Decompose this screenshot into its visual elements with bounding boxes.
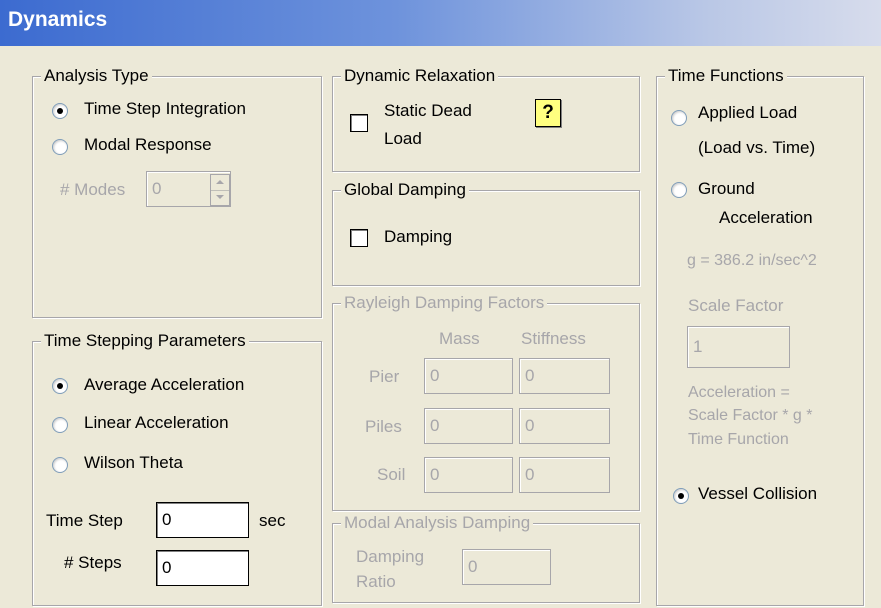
- applied-load-label-line1[interactable]: Applied Load: [698, 103, 797, 123]
- soil-stiffness-input[interactable]: 0: [519, 457, 610, 493]
- label-modal-response[interactable]: Modal Response: [84, 135, 212, 155]
- time-step-unit: sec: [259, 511, 286, 530]
- rayleigh-col-mass: Mass: [439, 329, 480, 348]
- radio-ground-acceleration[interactable]: [671, 182, 687, 198]
- static-dead-load-checkbox[interactable]: [350, 114, 368, 132]
- soil-mass-input[interactable]: 0: [424, 457, 513, 493]
- rayleigh-row-label: Pier: [369, 367, 400, 386]
- radio-modal-response[interactable]: [52, 139, 68, 155]
- time-functions-legend: Time Functions: [665, 66, 787, 86]
- time-step-value: 0: [162, 510, 172, 529]
- global-damping-group: Global Damping: [332, 180, 640, 286]
- piles-mass-input[interactable]: 0: [424, 408, 513, 444]
- static-dead-load-label-line2[interactable]: Load: [384, 129, 422, 149]
- static-dead-load-label-line1[interactable]: Static Dead: [384, 101, 472, 121]
- scale-factor-label: Scale Factor: [688, 296, 784, 315]
- damping-ratio-input[interactable]: 0: [462, 549, 551, 585]
- time-stepping-legend: Time Stepping Parameters: [41, 331, 249, 351]
- dynamic-relaxation-group: Dynamic Relaxation: [332, 66, 640, 172]
- damping-label[interactable]: Damping: [384, 227, 452, 247]
- steps-label: # Steps: [64, 553, 122, 572]
- ground-label-line1[interactable]: Ground: [698, 179, 755, 199]
- damping-checkbox[interactable]: [350, 229, 368, 247]
- soil-stiffness-value: 0: [525, 465, 535, 484]
- scale-factor-input[interactable]: 1: [687, 326, 790, 368]
- pier-mass-input[interactable]: 0: [424, 358, 513, 394]
- piles-stiffness-input[interactable]: 0: [519, 408, 610, 444]
- title-bar: Dynamics: [0, 0, 881, 46]
- label-vessel-collision[interactable]: Vessel Collision: [698, 484, 817, 504]
- applied-load-label-line2[interactable]: (Load vs. Time): [698, 138, 815, 158]
- label-average-acceleration[interactable]: Average Acceleration: [84, 375, 244, 395]
- ground-label-line2[interactable]: Acceleration: [719, 208, 813, 228]
- g-note: g = 386.2 in/sec^2: [687, 252, 817, 269]
- soil-mass-value: 0: [430, 465, 440, 484]
- radio-average-acceleration[interactable]: [52, 378, 68, 394]
- damping-ratio-label-line2: Ratio: [356, 572, 396, 591]
- rayleigh-col-stiffness: Stiffness: [521, 329, 586, 348]
- damping-ratio-label-line1: Damping: [356, 547, 425, 566]
- scale-factor-value: 1: [693, 337, 703, 356]
- pier-stiffness-value: 0: [525, 366, 535, 385]
- spin-up-icon: [216, 180, 224, 184]
- piles-mass-value: 0: [430, 416, 440, 435]
- modes-label: # Modes: [60, 180, 126, 199]
- modes-value: 0: [152, 179, 162, 198]
- global-damping-legend: Global Damping: [341, 180, 469, 200]
- modes-spinner[interactable]: [210, 174, 230, 206]
- analysis-type-legend: Analysis Type: [41, 66, 152, 86]
- modal-damping-legend: Modal Analysis Damping: [341, 513, 534, 533]
- time-step-label: Time Step: [46, 511, 123, 530]
- rayleigh-row-label: Piles: [365, 417, 402, 436]
- pier-stiffness-input[interactable]: 0: [519, 358, 610, 394]
- radio-time-step-integration[interactable]: [52, 103, 68, 119]
- formula-line3: Time Function: [688, 431, 789, 448]
- rayleigh-legend: Rayleigh Damping Factors: [341, 293, 548, 313]
- label-time-step-integration[interactable]: Time Step Integration: [84, 99, 246, 119]
- dynamic-relaxation-legend: Dynamic Relaxation: [341, 66, 499, 86]
- formula-line2: Scale Factor * g *: [688, 407, 813, 424]
- steps-input[interactable]: 0: [156, 550, 249, 586]
- steps-value: 0: [162, 558, 172, 577]
- label-wilson-theta[interactable]: Wilson Theta: [84, 453, 183, 473]
- pier-mass-value: 0: [430, 366, 440, 385]
- radio-linear-acceleration[interactable]: [52, 417, 68, 433]
- radio-wilson-theta[interactable]: [52, 457, 68, 473]
- rayleigh-row-label: Soil: [377, 465, 406, 484]
- damping-ratio-value: 0: [468, 557, 478, 576]
- radio-applied-load[interactable]: [671, 110, 687, 126]
- window-title: Dynamics: [8, 8, 108, 31]
- spin-down-icon: [216, 195, 224, 199]
- radio-vessel-collision[interactable]: [673, 488, 689, 504]
- piles-stiffness-value: 0: [525, 416, 535, 435]
- formula-line1: Acceleration =: [688, 384, 790, 401]
- help-icon[interactable]: ?: [535, 99, 561, 127]
- label-linear-acceleration[interactable]: Linear Acceleration: [84, 413, 229, 433]
- time-step-input[interactable]: 0: [156, 502, 249, 538]
